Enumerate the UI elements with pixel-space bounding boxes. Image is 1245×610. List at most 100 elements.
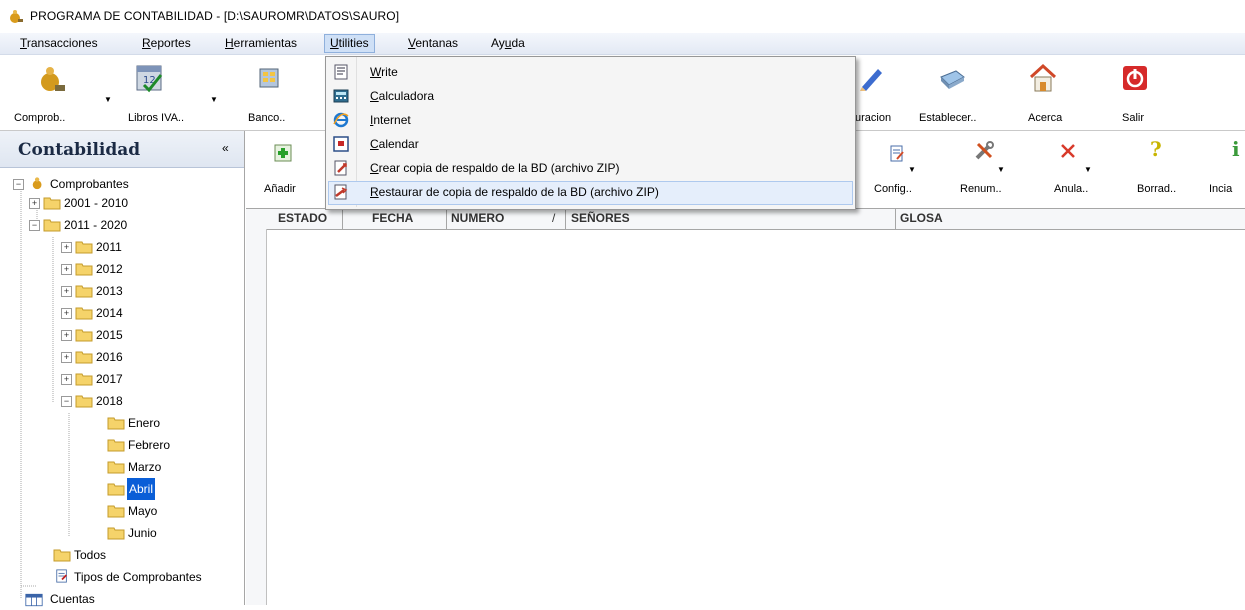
libros-iva-label: Libros IVA.. [128, 112, 185, 124]
utilities-menu: Write Calculadora Internet Calendar Crea… [325, 56, 856, 210]
expand-icon[interactable]: + [61, 352, 72, 363]
collapse-icon[interactable]: « [222, 141, 229, 155]
menu-transacciones[interactable]: Transacciones [17, 36, 101, 50]
money-bag-icon [41, 67, 65, 91]
chevron-down-icon[interactable]: ▼ [908, 165, 916, 174]
menu-reportes[interactable]: Reportes [139, 36, 194, 50]
calculator-icon [333, 89, 349, 103]
folder-icon [75, 351, 93, 364]
menu-item-write[interactable]: Write [328, 61, 851, 83]
column-fecha[interactable]: FECHA [372, 211, 413, 225]
expand-icon[interactable]: + [61, 242, 72, 253]
printer-icon [940, 70, 965, 89]
expand-icon[interactable]: + [61, 308, 72, 319]
navigation-panel: Contabilidad « − Comprobantes + 2001 - 2… [0, 131, 245, 607]
column-divider[interactable] [446, 209, 447, 229]
borrad-label: Borrad.. [1137, 183, 1177, 195]
browser-icon [333, 112, 349, 128]
power-icon [1123, 66, 1147, 90]
comprob-label: Comprob.. [14, 112, 66, 124]
menu-ayuda[interactable]: Ayuda [488, 36, 528, 50]
folder-open-icon [107, 439, 125, 452]
renum-label: Renum.. [960, 183, 1002, 195]
folder-icon [75, 263, 93, 276]
folder-icon [75, 285, 93, 298]
tools-icon [975, 141, 994, 160]
question-icon: ? [1150, 137, 1162, 161]
grid-row-header [246, 229, 267, 605]
anadir-label: Añadir [264, 183, 296, 195]
menu-item-internet[interactable]: Internet [328, 109, 851, 131]
document-icon [56, 569, 67, 583]
folder-open-icon [107, 527, 125, 540]
sort-indicator-icon: / [552, 211, 556, 225]
expand-icon[interactable]: + [61, 286, 72, 297]
money-bag-icon [32, 177, 42, 190]
menu-item-restaurar-copia[interactable]: Restaurar de copia de respaldo de la BD … [328, 181, 853, 205]
chevron-down-icon[interactable]: ▼ [210, 95, 218, 104]
folder-open-icon [107, 505, 125, 518]
chevron-down-icon[interactable]: ▼ [997, 165, 1005, 174]
edit-document-icon [890, 145, 904, 162]
folder-open-icon [75, 395, 93, 408]
column-divider[interactable] [342, 209, 343, 229]
acerca-label: Acerca [1028, 112, 1063, 124]
menu-ventanas[interactable]: Ventanas [405, 36, 461, 50]
expand-icon[interactable]: + [61, 264, 72, 275]
info-icon: i [1232, 137, 1240, 161]
close-icon [1061, 144, 1075, 158]
folder-open-icon [107, 461, 125, 474]
column-senores[interactable]: SEÑORES [571, 211, 630, 225]
chevron-down-icon[interactable]: ▼ [104, 95, 112, 104]
window-title: PROGRAMA DE CONTABILIDAD - [D:\SAUROMR\D… [30, 9, 400, 23]
configuracion-label: uracion [855, 112, 892, 124]
collapse-expander-icon[interactable]: − [29, 220, 40, 231]
collapse-expander-icon[interactable]: − [13, 179, 24, 190]
folder-icon [43, 197, 61, 210]
menu-item-calendar[interactable]: Calendar [328, 133, 851, 155]
calendar-check-icon: 12 [136, 65, 163, 93]
folder-open-icon [43, 219, 61, 232]
panel-title: Contabilidad [18, 140, 141, 160]
expand-icon[interactable]: + [61, 330, 72, 341]
folder-open-icon [107, 483, 125, 496]
config-label: Config.. [874, 183, 912, 195]
menu-utilities[interactable]: Utilities [324, 34, 375, 53]
menu-bar: Transacciones Reportes Herramientas Util… [0, 33, 1245, 55]
grid-header: ESTADO FECHA NUMERO / SEÑORES GLOSA [246, 208, 1245, 230]
salir-label: Salir [1122, 112, 1145, 124]
panel-header: Contabilidad « [0, 131, 244, 168]
folder-open-icon [53, 549, 71, 562]
column-estado[interactable]: ESTADO [278, 211, 327, 225]
menu-herramientas[interactable]: Herramientas [222, 36, 300, 50]
chevron-down-icon[interactable]: ▼ [1084, 165, 1092, 174]
column-divider[interactable] [565, 209, 566, 229]
menu-item-crear-copia[interactable]: Crear copia de respaldo de la BD (archiv… [328, 157, 851, 179]
incia-label: Incia [1209, 183, 1233, 195]
collapse-expander-icon[interactable]: − [61, 396, 72, 407]
column-glosa[interactable]: GLOSA [900, 211, 943, 225]
pencil-icon [860, 69, 882, 91]
folder-icon [75, 307, 93, 320]
restore-icon [334, 184, 348, 200]
folder-open-icon [107, 417, 125, 430]
backup-icon [334, 160, 347, 176]
column-numero[interactable]: NUMERO [451, 211, 504, 225]
money-bag-icon [10, 10, 23, 23]
folder-icon [75, 241, 93, 254]
expand-icon[interactable]: + [61, 374, 72, 385]
home-icon [1029, 63, 1057, 92]
anula-label: Anula.. [1054, 183, 1089, 195]
folder-icon [75, 329, 93, 342]
menu-item-calculadora[interactable]: Calculadora [328, 85, 851, 107]
document-icon [334, 64, 348, 80]
banco-label: Banco.. [248, 112, 286, 124]
add-icon [274, 144, 292, 162]
bank-icon [259, 68, 279, 88]
title-bar: PROGRAMA DE CONTABILIDAD - [D:\SAUROMR\D… [0, 0, 1245, 33]
calendar-icon [333, 136, 349, 152]
column-divider[interactable] [895, 209, 896, 229]
expand-icon[interactable]: + [29, 198, 40, 209]
folder-icon [75, 373, 93, 386]
establecer-label: Establecer.. [919, 112, 977, 124]
